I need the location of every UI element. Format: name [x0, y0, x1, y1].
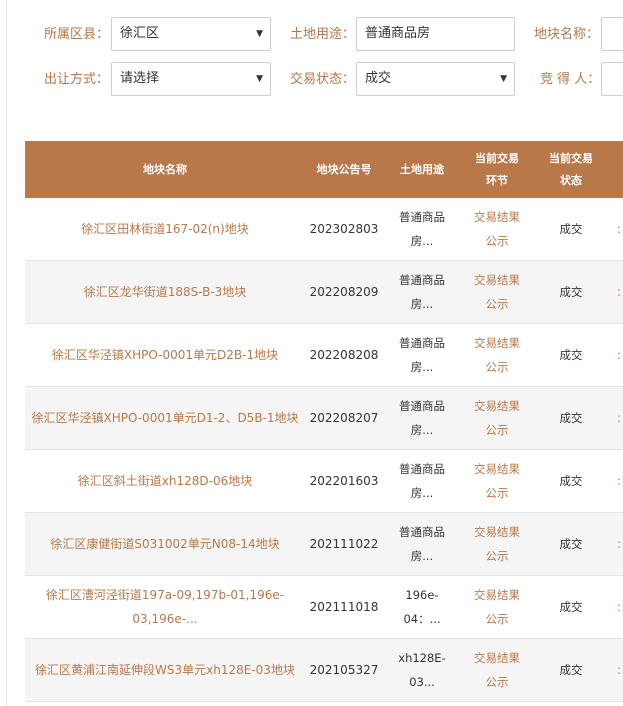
land-use-cell: 普通商品 房... [399, 336, 445, 374]
trade-stage-link[interactable]: 交易结果 公示 [461, 324, 533, 386]
notice-number: 202302803 [309, 222, 379, 236]
page-left-border [6, 0, 7, 706]
row-action-partial[interactable]: : [617, 639, 623, 701]
header-trade-stage[interactable]: 当前交易 环节 [461, 141, 533, 198]
notice-number: 202208209 [309, 285, 379, 299]
trade-stage-link[interactable]: 交易结果 公示 [461, 450, 533, 512]
transfer-method-label: 出让方式： [44, 72, 110, 87]
plot-name-input[interactable] [601, 17, 623, 51]
plot-name-link[interactable]: 徐汇区华泾镇XHPO-0001单元D2B-1地块 [25, 324, 305, 386]
plot-name-link[interactable]: 徐汇区田林街道167-02(n)地块 [25, 198, 305, 260]
plot-name-link[interactable]: 徐汇区黄浦江南延伸段WS3单元xh128E-03地块 [25, 639, 305, 701]
trade-stage-link[interactable]: 交易结果 公示 [461, 261, 533, 323]
district-select[interactable]: 徐汇区 ▼ [111, 17, 271, 51]
trade-status-cell: 成交 [559, 348, 583, 362]
table-row[interactable]: 徐汇区康健街道S031002单元N08-14地块 202111022 普通商品 房..… [25, 513, 623, 576]
notice-number: 202208207 [309, 411, 379, 425]
row-action-partial[interactable]: : [617, 450, 623, 512]
header-land-use[interactable]: 土地用途 [383, 141, 461, 198]
district-label: 所属区县： [44, 27, 110, 42]
land-transaction-table: 地块名称 地块公告号 土地用途 当前交易 环节 当前交易 状态 徐汇区田林街道167… [25, 141, 623, 702]
land-use-input-value: 普通商品房 [365, 26, 431, 41]
trade-status-select-value: 成交 [365, 71, 392, 86]
table-row[interactable]: 徐汇区斜土街道xh128D-06地块 202201603 普通商品 房... 交易结果公… [25, 450, 623, 513]
winner-label: 竞 得 人： [540, 72, 601, 87]
land-use-cell: 普通商品 房... [399, 399, 445, 437]
notice-number: 202201603 [309, 474, 379, 488]
chevron-down-icon: ▼ [256, 74, 263, 84]
plot-name-link[interactable]: 徐汇区华泾镇XHPO-0001单元D1-2、D5B-1地块 [25, 387, 305, 449]
plot-name-link[interactable]: 徐汇区漕河泾街道197a-09,197b-01,196e-03,196e-... [25, 576, 305, 638]
row-action-partial[interactable]: : [617, 324, 623, 386]
trade-status-cell: 成交 [559, 474, 583, 488]
table-body: 徐汇区田林街道167-02(n)地块 202302803 普通商品 房... 交易结果公… [25, 198, 623, 702]
row-action-partial[interactable]: : [617, 261, 623, 323]
row-action-partial[interactable]: : [617, 513, 623, 575]
land-use-cell: 196e- 04：... [403, 588, 441, 626]
trade-status-cell: 成交 [559, 600, 583, 614]
trade-status-cell: 成交 [559, 222, 583, 236]
table-row[interactable]: 徐汇区龙华街道188S-B-3地块 202208209 普通商品 房... 交易结果 公示… [25, 261, 623, 324]
land-use-cell: 普通商品 房... [399, 273, 445, 311]
trade-stage-link[interactable]: 交易结果 公示 [461, 387, 533, 449]
trade-status-cell: 成交 [559, 537, 583, 551]
district-select-value: 徐汇区 [120, 26, 160, 41]
notice-number: 202111022 [309, 537, 379, 551]
plot-name-link[interactable]: 徐汇区斜土街道xh128D-06地块 [25, 450, 305, 512]
row-action-partial[interactable]: : [617, 576, 623, 638]
land-use-cell: 普通商品 房... [399, 462, 445, 500]
row-action-partial[interactable]: : [617, 198, 623, 260]
trade-stage-link[interactable]: 交易结果 公示 [461, 513, 533, 575]
row-action-partial[interactable]: : [617, 387, 623, 449]
land-use-cell: 普通商品 房... [399, 210, 445, 248]
table-row[interactable]: 徐汇区华泾镇XHPO-0001单元D2B-1地块 202208208 普通商品 房..… [25, 324, 623, 387]
plot-name-label: 地块名称： [534, 27, 600, 42]
header-plot-name[interactable]: 地块名称 [25, 141, 305, 198]
table-row[interactable]: 徐汇区田林街道167-02(n)地块 202302803 普通商品 房... 交易结果公… [25, 198, 623, 261]
trade-status-cell: 成交 [559, 285, 583, 299]
header-notice-no[interactable]: 地块公告号 [305, 141, 383, 198]
header-trade-state[interactable]: 当前交易 状态 [533, 141, 609, 198]
chevron-down-icon: ▼ [500, 74, 507, 84]
table-header: 地块名称 地块公告号 土地用途 当前交易 环节 当前交易 状态 [25, 141, 623, 198]
table-row[interactable]: 徐汇区华泾镇XHPO-0001单元D1-2、D5B-1地块 202208207 普通… [25, 387, 623, 450]
trade-stage-link[interactable]: 交易结果 公示 [461, 639, 533, 701]
trade-status-cell: 成交 [559, 663, 583, 677]
land-use-cell: xh128E- 03... [398, 651, 446, 689]
transfer-method-select[interactable]: 请选择 ▼ [111, 62, 271, 96]
land-use-label: 土地用途： [290, 27, 356, 42]
land-use-cell: 普通商品 房... [399, 525, 445, 563]
trade-status-cell: 成交 [559, 411, 583, 425]
trade-status-select[interactable]: 成交 ▼ [356, 62, 515, 96]
table-row[interactable]: 徐汇区黄浦江南延伸段WS3单元xh128E-03地块 202105327 xh128… [25, 639, 623, 702]
notice-number: 202208208 [309, 348, 379, 362]
chevron-down-icon: ▼ [256, 29, 263, 39]
trade-stage-link[interactable]: 交易结果 公示 [461, 198, 533, 260]
table-row[interactable]: 徐汇区漕河泾街道197a-09,197b-01,196e-03,196e-...… [25, 576, 623, 639]
transfer-method-select-value: 请选择 [120, 71, 160, 86]
plot-name-link[interactable]: 徐汇区龙华街道188S-B-3地块 [25, 261, 305, 323]
notice-number: 202111018 [309, 600, 379, 614]
trade-stage-link[interactable]: 交易结果 公示 [461, 576, 533, 638]
winner-input[interactable] [601, 62, 623, 96]
plot-name-link[interactable]: 徐汇区康健街道S031002单元N08-14地块 [25, 513, 305, 575]
land-use-input[interactable]: 普通商品房 [356, 17, 515, 51]
trade-status-label: 交易状态： [290, 72, 356, 87]
notice-number: 202105327 [309, 663, 379, 677]
